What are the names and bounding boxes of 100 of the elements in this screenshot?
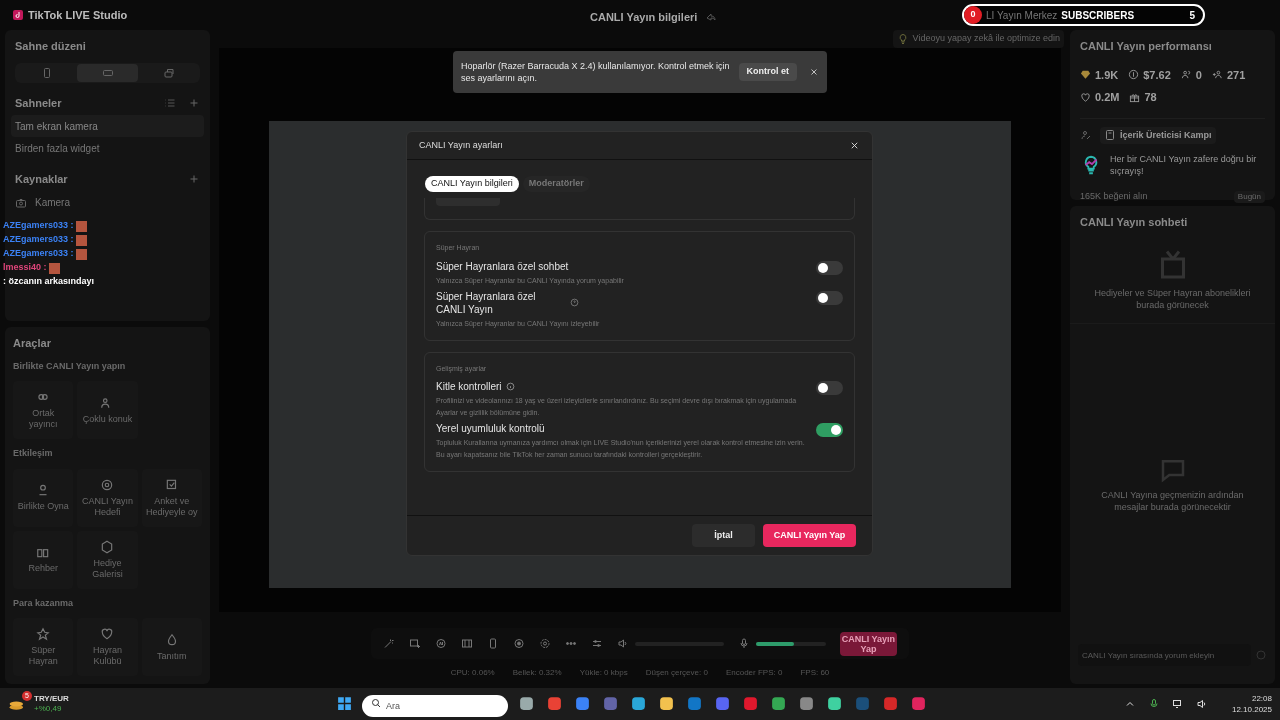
goal-text: 165K beğeni alın [1080, 190, 1148, 203]
stat-text: FPS: 60 [800, 667, 830, 679]
camp-label: İçerik Üreticisi Kampı [1120, 128, 1212, 142]
clock-date: 12.10.2025 [1231, 704, 1272, 715]
count-badge: 0 [964, 6, 982, 24]
ai-hint-text: Videoyu yapay zekâ ile optimize edin [912, 32, 1060, 46]
toggle-switch[interactable] [816, 290, 843, 305]
toggle-switch[interactable] [816, 423, 843, 437]
search-field[interactable]: Ara [362, 695, 508, 717]
help-icon [570, 298, 579, 307]
person-edit-icon [1080, 129, 1092, 142]
setting-label: Süper Hayranlara özel sohbet [436, 259, 569, 273]
empty-chat-text: CANLI Yayına geçmenizin ardından mesajlar burada görünecektir [1100, 488, 1245, 513]
scene-item[interactable]: Tam ekran kamera [11, 115, 204, 137]
target-icon [100, 477, 115, 492]
mic-slider[interactable] [755, 641, 826, 646]
dialog-tab[interactable]: CANLI Yayın bilgileri [425, 176, 519, 192]
chat-username: AZEgamers033 : [3, 233, 74, 247]
magic-wand-icon [383, 637, 395, 650]
film-icon [461, 637, 473, 650]
sliders-icon [591, 637, 603, 650]
section-title: Araçlar [13, 336, 52, 351]
subscribers-label: SUBSCRIBERS [1061, 8, 1135, 23]
goal-date: Bugün [1233, 190, 1265, 203]
close-icon [849, 140, 860, 151]
setting-label: Yerel uyumluluk kontrolü [436, 422, 545, 435]
metric-value: 0.2M [1095, 90, 1120, 105]
emote-picture [75, 248, 87, 260]
header-title: CANLI Yayın bilgileri [590, 10, 698, 25]
app-title: TikTok LIVE Studio [28, 7, 128, 23]
setting-label: Süper Hayranlara özel CANLI Yayın [436, 289, 537, 316]
phone-icon [487, 637, 499, 650]
capture-icon [539, 637, 551, 650]
search-icon [370, 697, 382, 709]
toggle-switch[interactable] [816, 260, 843, 275]
metric-value: $7.62 [1143, 67, 1171, 83]
group-title: Para kazanma [13, 596, 75, 610]
chat-username: lmessi40 : [3, 261, 47, 275]
camera-icon [15, 196, 27, 209]
music-note-icon [12, 9, 24, 21]
comment-field[interactable]: CANLI Yayın sırasında yorum ekleyin [1078, 644, 1251, 666]
ai-icon [435, 637, 447, 650]
microphone-icon [737, 637, 750, 650]
metric-value: 1.9K [1095, 67, 1119, 83]
add-icon [188, 173, 200, 186]
heart-icon [100, 627, 115, 641]
empty-gifts-text: Hediyeler ve Süper Hayran abonelikleri burada görünecek [1093, 286, 1252, 311]
people-icon [1180, 69, 1192, 81]
section-title: Sahne düzeni [15, 39, 87, 54]
layers-icon [162, 66, 175, 79]
ticker-change: +%0,49 [34, 704, 63, 714]
hexagon-icon [100, 539, 115, 554]
toggle-switch[interactable] [816, 381, 843, 395]
section-title: CANLI Yayın sohbeti [1079, 215, 1189, 230]
speaker-icon [617, 637, 629, 650]
image-plus-icon [409, 637, 421, 650]
go-live-button[interactable]: CANLI Yayın Yap [839, 631, 897, 656]
scene-item[interactable]: Birden fazla widget [11, 137, 204, 159]
check-button[interactable]: Kontrol et [738, 63, 797, 81]
diamond-icon [1080, 69, 1091, 81]
metric-value: 78 [1144, 90, 1157, 105]
book-icon [1104, 129, 1116, 142]
star-icon [36, 627, 51, 641]
windows-start-icon [336, 694, 353, 712]
subscribers-count: 5 [1189, 8, 1195, 23]
clock-time: 22:08 [1251, 693, 1272, 704]
section-title: Kaynaklar [15, 172, 69, 187]
camp-text: Her bir CANLI Yayın zafere doğru bir sıçrayış! [1110, 153, 1258, 177]
emoji-icon [1255, 649, 1267, 661]
emote-picture [75, 220, 87, 232]
heart-icon [1080, 91, 1091, 103]
group-title: Birlikte CANLI Yayın yapın [13, 359, 127, 373]
add-person-icon [1211, 69, 1223, 81]
record-icon [513, 637, 525, 650]
volume-icon [1195, 698, 1208, 710]
group-title: Etkileşim [13, 447, 54, 460]
source-item[interactable]: Kamera [35, 195, 70, 210]
emote-picture [48, 262, 60, 274]
network-icon [1171, 698, 1184, 710]
live-center-label: LI Yayın Merkez [986, 8, 1058, 23]
microphone-icon [1147, 698, 1160, 710]
chat-message: : özcanın arkasındayı [3, 275, 95, 289]
close-icon [809, 67, 819, 77]
checkbox-icon [164, 477, 179, 492]
toast-message: Hoparlör (Razer Barracuda X 2.4) kullanılamıyor. Kontrol etmek için ses ayarlarını açın. [461, 60, 731, 84]
ticker-pair: TRY/EUR [34, 694, 69, 704]
metric-value: 271 [1226, 67, 1246, 83]
section-title: CANLI Yayın performansı [1080, 39, 1213, 54]
share-icon [705, 11, 718, 24]
gift-icon [1129, 91, 1141, 103]
chat-username: AZEgamers033 : [3, 219, 74, 233]
chat-username: AZEgamers033 : [3, 247, 74, 261]
coin-icon [1128, 69, 1140, 81]
setting-label: Kitle kontrolleri [436, 380, 502, 393]
go-live-button[interactable]: CANLI Yayın Yap [763, 524, 856, 547]
dialog-title: CANLI Yayın ayarları [419, 138, 504, 152]
cancel-button[interactable]: İptal [692, 524, 755, 547]
metric-value: 0 [1195, 67, 1202, 83]
dialog-tab[interactable]: Moderatörler [522, 176, 590, 192]
emote-picture [75, 234, 87, 246]
